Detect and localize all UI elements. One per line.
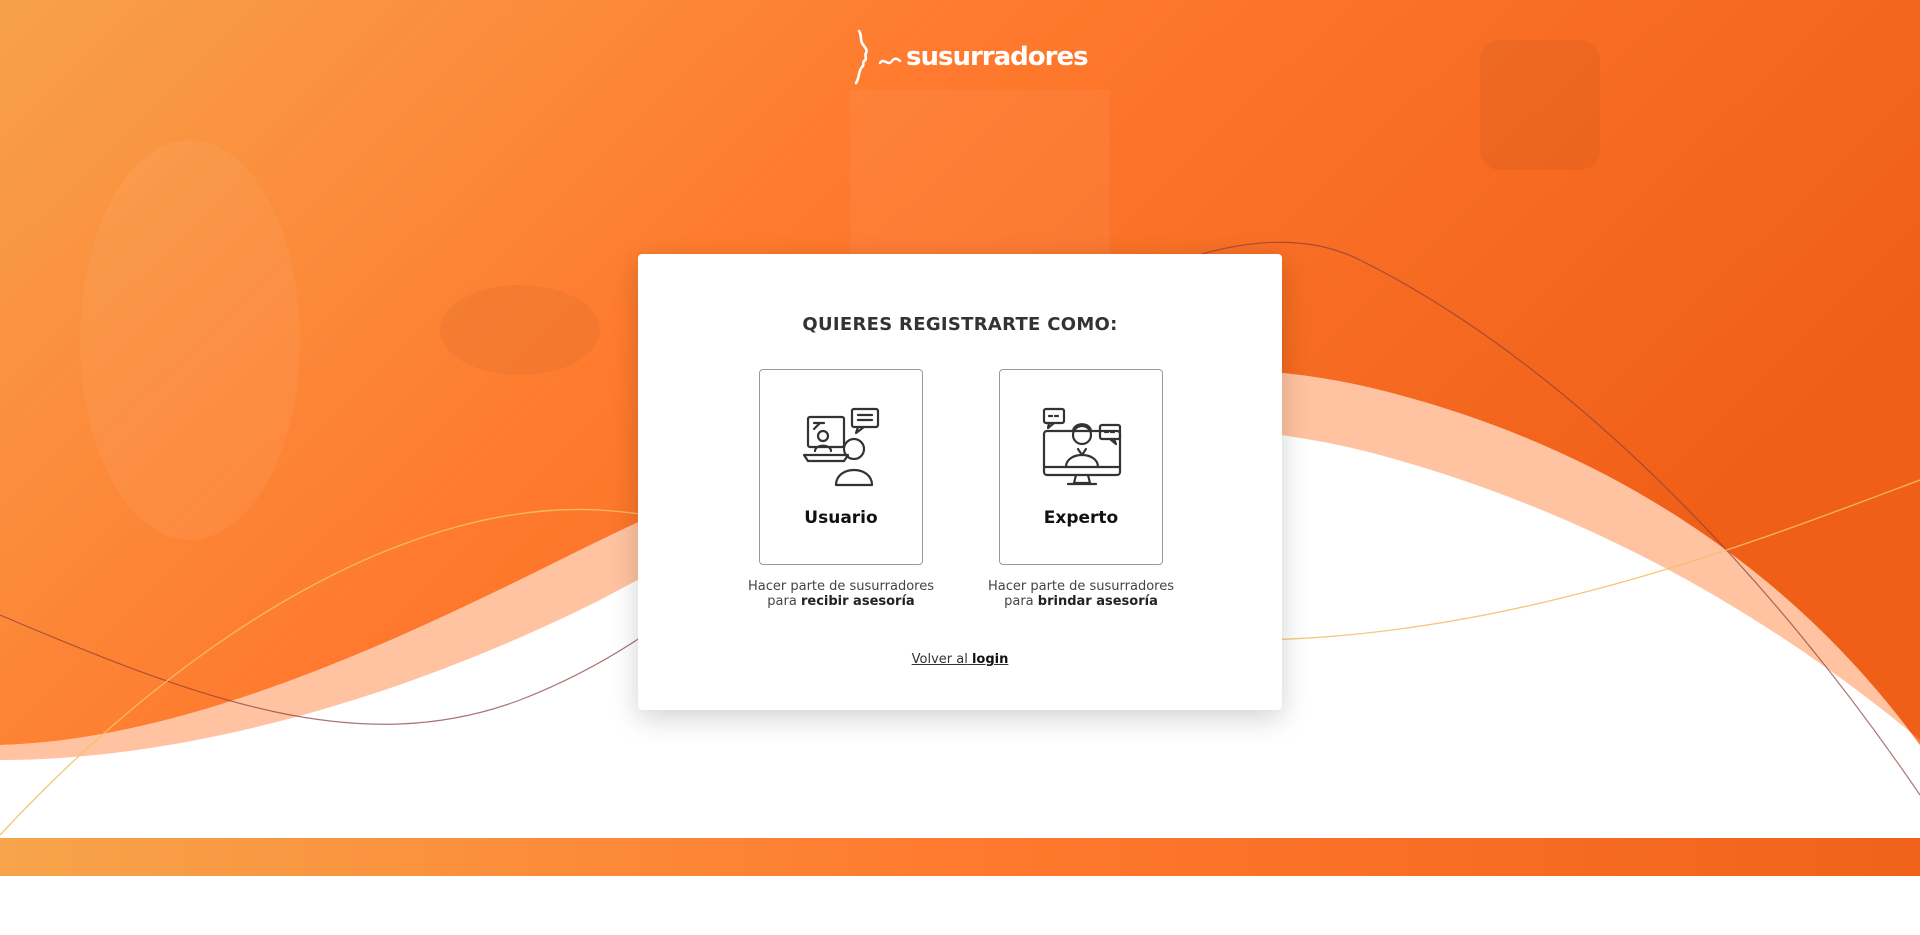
brand-name: susurradores xyxy=(906,42,1089,72)
registration-card: QUIERES REGISTRARTE COMO: Usuario Expert… xyxy=(638,254,1282,710)
back-prefix: Volver al xyxy=(911,652,968,667)
option-usuario-label: Usuario xyxy=(804,508,878,528)
user-laptop-chat-icon xyxy=(802,407,880,487)
option-usuario-description: Hacer parte de susurradores para recibir… xyxy=(731,579,951,609)
description-line: Hacer parte de susurradores xyxy=(747,579,935,594)
description-highlight: recibir asesoría xyxy=(800,594,915,609)
description-highlight: brindar asesoría xyxy=(1037,594,1158,609)
description-prefix: para xyxy=(1004,594,1034,609)
page-title: QUIERES REGISTRARTE COMO: xyxy=(802,314,1118,335)
back-to-login: Volver al login xyxy=(638,652,1282,667)
description-prefix: para xyxy=(767,594,797,609)
face-profile-icon xyxy=(854,29,868,85)
description-line: Hacer parte de susurradores xyxy=(987,579,1175,594)
back-to-login-link[interactable]: Volver al login xyxy=(912,652,1009,667)
brand-logo[interactable]: susurradores xyxy=(850,28,1089,86)
option-experto-description: Hacer parte de susurradores para brindar… xyxy=(971,579,1191,609)
expert-monitor-chat-icon xyxy=(1042,407,1122,486)
option-usuario-button[interactable]: Usuario xyxy=(759,369,923,565)
option-experto-button[interactable]: Experto xyxy=(999,369,1163,565)
back-link-text: login xyxy=(971,652,1009,667)
wave-icon xyxy=(878,57,902,65)
option-experto-label: Experto xyxy=(1043,508,1119,528)
